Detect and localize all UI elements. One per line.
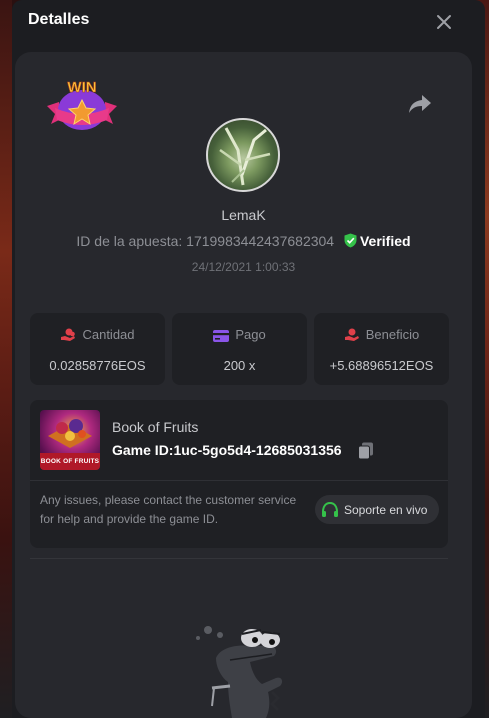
share-button[interactable] [407,92,433,116]
game-name: Book of Fruits [112,419,199,435]
game-id-value: 1uc-5go5d4-12685031356 [173,442,342,458]
bet-id-label: ID de la apuesta: [76,233,183,249]
details-modal: Detalles WIN LemaK ID de la apuesta: 171… [12,0,485,718]
card-icon [213,330,230,342]
game-id: Game ID:1uc-5go5d4-12685031356 [112,442,342,458]
stat-payout-label: Pago [235,327,266,342]
share-icon [409,95,431,113]
game-thumbnail[interactable]: BOOK OF FRUITS [40,410,100,470]
support-message: Any issues, please contact the customer … [40,493,297,526]
background-game-art-left [0,0,12,718]
avatar [206,118,280,192]
stat-payout: Pago 200 x [172,313,307,385]
section-divider [30,558,448,559]
close-icon [437,15,451,29]
game-card: BOOK OF FRUITS Book of Fruits Game ID:1u… [30,400,448,548]
verified-shield-icon [344,233,357,248]
bet-datetime: 24/12/2021 1:00:33 [191,260,296,274]
stat-profit-label: Beneficio [365,327,420,342]
game-thumbnail-art [48,419,92,448]
stat-profit-value: +5.68896512EOS [329,358,434,373]
profit-hand-icon [344,328,359,341]
win-badge-text: WIN [67,79,96,96]
game-card-divider [30,480,448,481]
stat-amount: Cantidad 0.02858776EOS [30,313,165,385]
verified-label: Verified [359,233,411,249]
live-support-label: Soporte en vivo [344,503,428,517]
crocodile-mascot-icon [196,626,283,718]
stat-amount-label: Cantidad [82,327,135,342]
coins-hand-icon [61,328,76,341]
game-id-label: Game ID: [112,442,174,458]
game-thumbnail-label: BOOK OF FRUITS [40,453,100,470]
bet-id-value: 1719983442437682304 [186,233,335,249]
stat-amount-value: 0.02858776EOS [49,358,146,373]
win-badge-icon: WIN [47,79,117,130]
modal-title: Detalles [28,11,90,28]
bet-details-card: WIN LemaK ID de la apuesta: 171998344243… [15,52,472,718]
bet-id-row: ID de la apuesta: 1719983442437682304 Ve… [15,233,472,249]
stat-profit: Beneficio +5.68896512EOS [314,313,449,385]
username: LemaK [221,207,266,223]
modal-header: Detalles [12,0,485,48]
stat-payout-value: 200 x [223,358,256,373]
avatar-image [219,127,271,186]
headset-icon [322,501,338,517]
live-support-button[interactable]: Soporte en vivo [315,495,439,524]
close-button[interactable] [432,10,456,34]
copy-icon[interactable] [358,442,374,460]
